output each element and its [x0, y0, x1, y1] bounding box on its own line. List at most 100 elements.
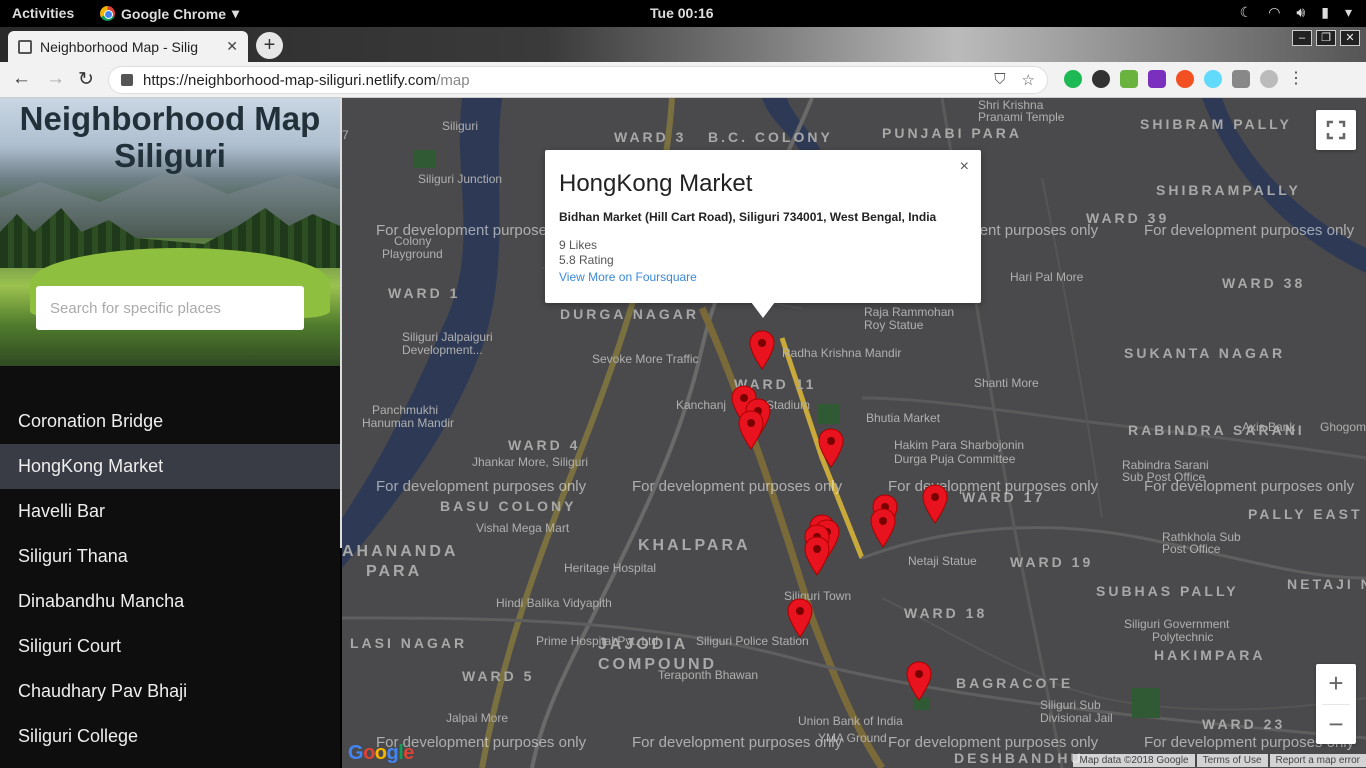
map-poi[interactable]: Siliguri Junction [418, 172, 502, 186]
grammarly-extension-icon[interactable] [1064, 70, 1082, 88]
browser-tab[interactable]: Neighborhood Map - Silig ✕ [8, 31, 248, 62]
map-poi[interactable]: Jalpai More [446, 711, 508, 725]
map-footer-link[interactable]: Report a map error [1269, 754, 1366, 767]
tab-title: Neighborhood Map - Silig [40, 38, 198, 55]
foursquare-link[interactable]: View More on Foursquare [559, 270, 697, 284]
map-poi[interactable]: Siliguri Sub [1040, 698, 1101, 712]
map-marker-icon[interactable] [906, 661, 932, 701]
system-tray[interactable]: ☾ ◠ 🔊︎ ▮ ▾ [1240, 4, 1352, 21]
map-poi[interactable]: Panchmukhi [372, 403, 438, 417]
map-marker-icon[interactable] [870, 508, 896, 548]
place-list-item[interactable]: Coronation Bridge [0, 399, 340, 444]
info-extension-icon[interactable] [1148, 70, 1166, 88]
map-poi[interactable]: Roy Statue [864, 318, 923, 332]
map-poi[interactable]: Post Office [1162, 542, 1220, 556]
map-poi[interactable]: Hindi Balika Vidyapith [496, 596, 612, 610]
close-window-button[interactable]: ✕ [1340, 30, 1360, 46]
place-list-item[interactable]: Dinabandhu Mancha [0, 579, 340, 624]
minimize-button[interactable]: – [1292, 30, 1312, 46]
map-poi[interactable]: Heritage Hospital [564, 561, 656, 575]
lock-icon[interactable] [121, 74, 133, 86]
profile-avatar[interactable] [1260, 70, 1278, 88]
map-footer-link: Map data ©2018 Google [1073, 754, 1195, 767]
swift-extension-icon[interactable] [1176, 70, 1194, 88]
map-poi[interactable]: Bhutia Market [866, 411, 940, 425]
ublock-extension-icon[interactable] [1092, 70, 1110, 88]
map-poi[interactable]: Siliguri Government [1124, 617, 1229, 631]
map-poi[interactable]: Kanchanj [676, 398, 726, 412]
map-poi[interactable]: Pranami Temple [978, 110, 1064, 124]
map-marker-icon[interactable] [804, 536, 830, 576]
map-marker-icon[interactable] [749, 330, 775, 370]
map-canvas[interactable]: WARD 3 B.C. COLONY PUNJABI PARA SHIBRAM … [342, 98, 1366, 768]
dev-watermark: For development purposes only [1144, 478, 1355, 495]
restore-button[interactable]: ❐ [1316, 30, 1336, 46]
map-poi[interactable]: Shanti More [974, 376, 1039, 390]
map-poi[interactable]: Siliguri [442, 119, 478, 133]
map-poi[interactable]: Teraponth Bhawan [658, 668, 758, 682]
new-tab-button[interactable]: + [256, 32, 283, 59]
blocked-popup-icon[interactable]: ⛉ [994, 71, 1005, 89]
search-input[interactable] [36, 286, 304, 330]
map-poi[interactable]: Sevoke More Traffic [592, 352, 699, 366]
zoom-out-button[interactable]: − [1316, 705, 1356, 745]
reload-icon[interactable]: ↻ [78, 68, 94, 91]
map-poi[interactable]: 7 [342, 128, 349, 142]
place-list-item[interactable]: Havelli Bar [0, 489, 340, 534]
google-logo[interactable]: Google [348, 742, 414, 765]
close-icon[interactable]: × [960, 158, 969, 176]
fullscreen-icon [1326, 120, 1346, 140]
map-poi[interactable]: Jhankar More, Siliguri [472, 455, 588, 469]
react-devtools-icon[interactable] [1204, 70, 1222, 88]
map-marker-icon[interactable] [787, 598, 813, 638]
map-poi[interactable]: Ghogom [1320, 420, 1366, 434]
page-title: Neighborhood Map Siliguri [0, 100, 340, 174]
battery-icon: ▮ [1321, 4, 1329, 20]
place-list-item[interactable]: Chaudhary Pav Bhaji [0, 669, 340, 714]
menu-dots-icon[interactable]: ⋮ [1288, 70, 1304, 88]
map-marker-icon[interactable] [922, 484, 948, 524]
map-poi[interactable]: Prime Hospital Pvt. Ltd [536, 634, 658, 648]
place-list-item[interactable]: Siliguri College [0, 714, 340, 759]
close-tab-icon[interactable]: ✕ [226, 38, 238, 55]
map-poi[interactable]: Radha Krishna Mandir [782, 346, 901, 360]
place-list-item[interactable]: HongKong Market [0, 444, 340, 489]
map-poi[interactable]: Stadium [766, 398, 810, 412]
map-poi[interactable]: Development... [402, 343, 483, 357]
map-poi[interactable]: Union Bank of India [798, 714, 903, 728]
place-list-item[interactable]: Siliguri Court [0, 624, 340, 669]
map-poi[interactable]: Siliguri Jalpaiguri [402, 330, 493, 344]
map-poi[interactable]: Polytechnic [1152, 630, 1213, 644]
extension-icon[interactable] [1232, 70, 1250, 88]
map-footer-link[interactable]: Terms of Use [1196, 754, 1268, 767]
map-poi[interactable]: Axis Bank [1242, 420, 1295, 434]
map-poi[interactable]: Playground [382, 247, 443, 261]
map-poi[interactable]: Durga Puja Committee [894, 452, 1015, 466]
app-menu[interactable]: Google Chrome ▾ [100, 5, 239, 22]
dev-watermark: For development purposes only [1144, 222, 1355, 239]
download-extension-icon[interactable] [1120, 70, 1138, 88]
map-label: DURGA NAGAR [560, 306, 700, 322]
map-marker-icon[interactable] [738, 410, 764, 450]
map-label: PUNJABI PARA [882, 125, 1022, 141]
zoom-in-button[interactable]: + [1316, 664, 1356, 704]
map-poi[interactable]: Hanuman Mandir [362, 416, 454, 430]
fullscreen-button[interactable] [1316, 110, 1356, 150]
place-list-item[interactable]: Siliguri Thana [0, 534, 340, 579]
map-poi[interactable]: Vishal Mega Mart [476, 521, 569, 535]
activities-button[interactable]: Activities [12, 5, 74, 21]
address-bar[interactable]: https://neighborhood-map-siliguri.netlif… [108, 66, 1048, 94]
back-arrow-icon[interactable]: ← [12, 68, 31, 90]
extensions-bar: ⋮ [1064, 70, 1304, 88]
map-poi[interactable]: Divisional Jail [1040, 711, 1113, 725]
map-poi[interactable]: Raja Rammohan [864, 305, 954, 319]
map-footer: Map data ©2018 Google Terms of Use Report … [1071, 754, 1366, 767]
forward-arrow-icon[interactable]: → [46, 68, 65, 90]
map-marker-icon[interactable] [818, 428, 844, 468]
map-poi[interactable]: Hari Pal More [1010, 270, 1083, 284]
map-poi[interactable]: Hakim Para Sharbojonin [894, 438, 1024, 452]
bookmark-star-icon[interactable]: ☆ [1022, 71, 1035, 89]
volume-icon: 🔊︎ [1296, 4, 1306, 20]
map-poi[interactable]: Netaji Statue [908, 554, 977, 568]
clock[interactable]: Tue 00:16 [650, 5, 714, 21]
